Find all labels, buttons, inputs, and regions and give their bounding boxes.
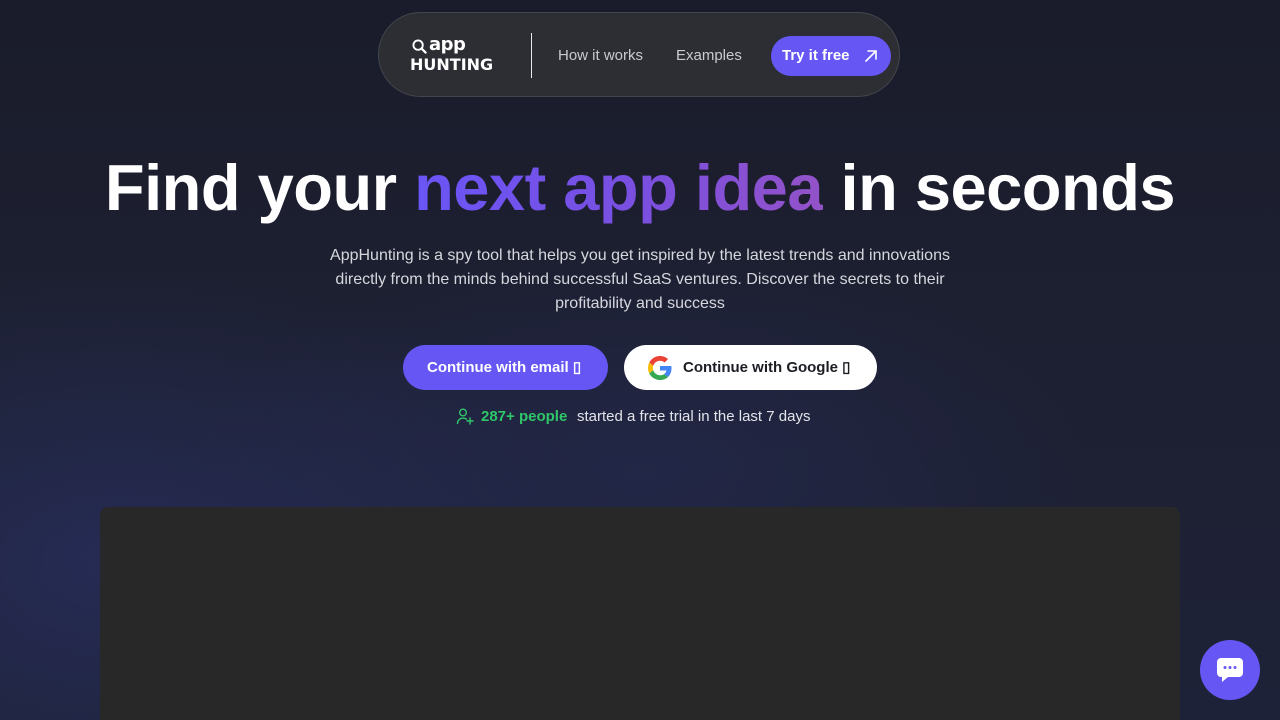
chat-bubble-icon — [1217, 658, 1243, 682]
continue-with-email-button[interactable]: Continue with email ▯ — [403, 345, 608, 390]
magnifier-icon — [412, 39, 427, 54]
logo-text-app: app — [429, 34, 466, 55]
try-it-free-label: Try it free — [782, 47, 850, 64]
continue-with-google-label: Continue with Google ▯ — [683, 359, 851, 376]
arrow-up-right-icon — [865, 50, 877, 62]
continue-with-email-label: Continue with email ▯ — [427, 359, 582, 376]
nav-link-how-it-works[interactable]: How it works — [558, 46, 643, 66]
nav-divider — [531, 33, 532, 78]
chat-widget-button[interactable] — [1200, 640, 1260, 700]
app-hunting-logo[interactable]: app HUNTING — [410, 34, 494, 76]
hero-title-accent: next app idea — [414, 151, 823, 224]
hero-subtitle: AppHunting is a spy tool that helps you … — [330, 247, 950, 312]
continue-with-google-button[interactable]: Continue with Google ▯ — [624, 345, 877, 390]
google-g-icon — [648, 356, 672, 380]
logo-text-hunting: HUNTING — [410, 55, 494, 74]
top-nav: app HUNTING How it works Examples Try it… — [378, 12, 900, 97]
hero-title-start: Find your — [104, 151, 397, 224]
try-it-free-button[interactable]: Try it free — [771, 36, 891, 76]
hero-title: Find your next app idea in seconds — [0, 150, 1280, 226]
user-plus-icon — [456, 408, 474, 425]
nav-link-examples[interactable]: Examples — [676, 46, 742, 66]
product-preview-panel — [100, 507, 1180, 720]
hero-title-end: in seconds — [840, 151, 1176, 224]
trial-count: 287+ people — [481, 408, 568, 425]
trial-text: started a free trial in the last 7 days — [577, 408, 811, 425]
